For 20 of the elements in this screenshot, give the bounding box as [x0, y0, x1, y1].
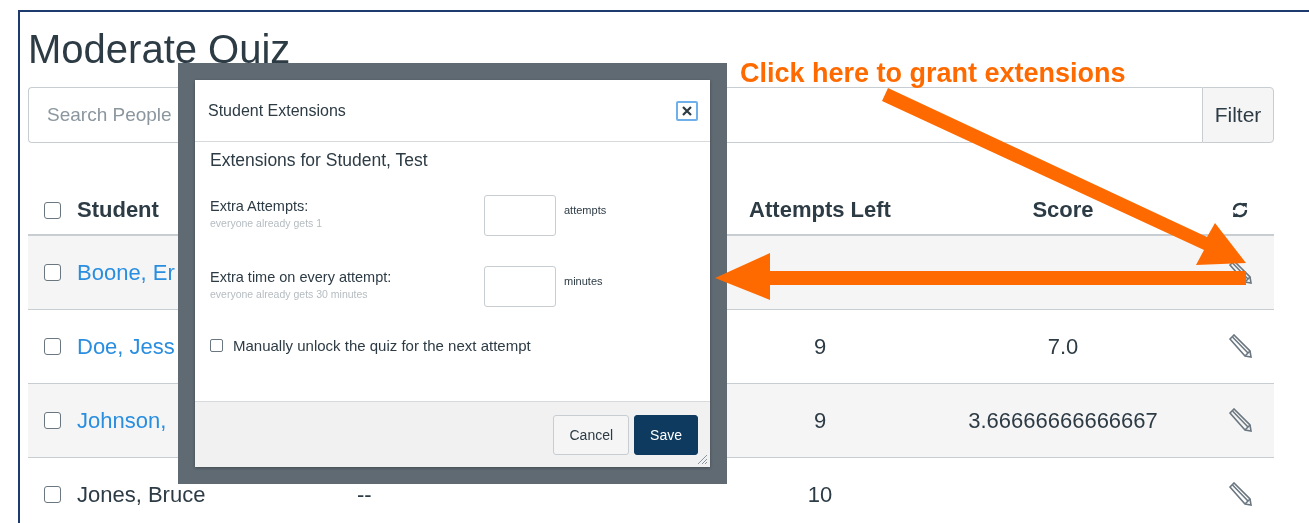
field-hint: everyone already gets 30 minutes: [210, 288, 369, 300]
table-cell: 9: [813, 333, 827, 360]
table-cell: --: [357, 481, 372, 508]
field-label: Extra Attempts:: [210, 198, 310, 214]
unit-label: minutes: [564, 275, 604, 289]
table-cell: 9: [813, 407, 827, 434]
student-name: Jones, Bruce: [77, 481, 206, 508]
dialog-subtitle: Extensions for Student, Test: [210, 150, 429, 171]
field-hint: everyone already gets 1: [210, 217, 324, 229]
checkbox-label: Manually unlock the quiz for the next attempt: [233, 337, 531, 354]
dialog-title: Student Extensions: [208, 101, 346, 120]
field-label: Extra time on every attempt:: [210, 269, 393, 285]
table-cell: 3.66666666666667: [968, 407, 1158, 434]
table-cell: 7.0: [1047, 333, 1079, 360]
table-cell: 10: [807, 481, 833, 508]
column-header: Student: [77, 197, 159, 223]
column-header: Attempts Left: [749, 197, 891, 223]
unit-label: attempts: [564, 204, 608, 218]
annotation-text: Click here to grant extensions: [740, 58, 1126, 89]
column-header: Score: [1032, 197, 1094, 223]
